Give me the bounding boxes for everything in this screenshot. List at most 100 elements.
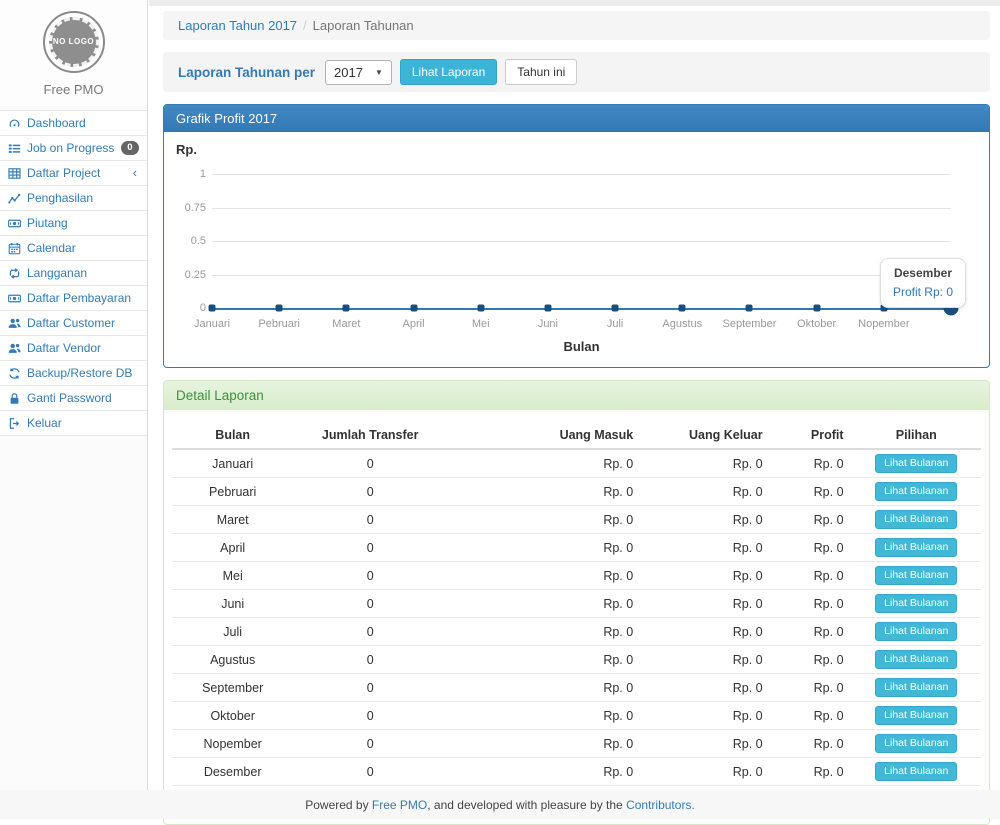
view-monthly-button-januari[interactable]: Lihat Bulanan: [875, 454, 957, 473]
sidebar-item-job-on-progress[interactable]: Job on Progress0: [0, 136, 147, 161]
x-tick-label: Maret: [332, 318, 360, 330]
x-tick-label: Nopember: [858, 318, 909, 330]
cell-uang_keluar: Rp. 0: [641, 478, 770, 506]
cell-action: Lihat Bulanan: [852, 534, 981, 562]
y-axis-label: Rp.: [176, 142, 197, 157]
cell-uang_masuk: Rp. 0: [447, 674, 641, 702]
footer-link-free-pmo[interactable]: Free PMO: [372, 798, 427, 812]
view-monthly-button-pebruari[interactable]: Lihat Bulanan: [875, 482, 957, 501]
sidebar-item-daftar-project[interactable]: Daftar Project‹: [0, 161, 147, 186]
view-report-button[interactable]: Lihat Laporan: [400, 59, 497, 85]
data-point-mei[interactable]: [477, 305, 484, 312]
view-monthly-button-oktober[interactable]: Lihat Bulanan: [875, 706, 957, 725]
data-point-oktober[interactable]: [813, 305, 820, 312]
cell-uang_keluar: Rp. 0: [641, 562, 770, 590]
y-tick-label: 0.5: [164, 235, 206, 247]
sidebar-item-langganan[interactable]: Langganan: [0, 261, 147, 286]
sidebar-item-daftar-customer[interactable]: Daftar Customer: [0, 311, 147, 336]
x-tick-label: Pebruari: [258, 318, 300, 330]
table-row: Juli0Rp. 0Rp. 0Rp. 0Lihat Bulanan: [172, 618, 981, 646]
sidebar-item-daftar-pembayaran[interactable]: Daftar Pembayaran: [0, 286, 147, 311]
y-tick-label: 0: [164, 302, 206, 314]
sidebar-item-label: Langganan: [27, 266, 87, 280]
grid-line: [212, 241, 951, 242]
view-monthly-button-april[interactable]: Lihat Bulanan: [875, 538, 957, 557]
cell-bulan: Mei: [172, 562, 293, 590]
view-monthly-button-september[interactable]: Lihat Bulanan: [875, 678, 957, 697]
sidebar-item-label: Calendar: [27, 241, 76, 255]
cell-jumlah_transfer: 0: [293, 478, 447, 506]
sidebar-menu: DashboardJob on Progress0Daftar Project‹…: [0, 110, 147, 436]
users-icon: [8, 342, 21, 355]
view-monthly-button-desember[interactable]: Lihat Bulanan: [875, 762, 957, 781]
table-row: Oktober0Rp. 0Rp. 0Rp. 0Lihat Bulanan: [172, 702, 981, 730]
cell-uang_keluar: Rp. 0: [641, 646, 770, 674]
sidebar-item-keluar[interactable]: Keluar: [0, 411, 147, 436]
data-point-april[interactable]: [410, 305, 417, 312]
sidebar-item-label: Daftar Pembayaran: [27, 291, 131, 305]
cell-uang_keluar: Rp. 0: [641, 730, 770, 758]
detail-report-panel: Detail Laporan BulanJumlah TransferUang …: [163, 380, 990, 825]
cell-uang_masuk: Rp. 0: [447, 730, 641, 758]
breadcrumb-separator: /: [303, 18, 307, 33]
data-point-januari[interactable]: [209, 305, 216, 312]
cell-action: Lihat Bulanan: [852, 562, 981, 590]
column-header: Uang Masuk: [447, 422, 641, 449]
cell-jumlah_transfer: 0: [293, 758, 447, 786]
footer-link-contributors[interactable]: Contributors.: [626, 798, 695, 812]
data-point-juli[interactable]: [612, 305, 619, 312]
cell-jumlah_transfer: 0: [293, 562, 447, 590]
sidebar-item-label: Penghasilan: [27, 191, 93, 205]
table-row: Desember0Rp. 0Rp. 0Rp. 0Lihat Bulanan: [172, 758, 981, 786]
chart-data-line: [212, 308, 951, 310]
sidebar-item-penghasilan[interactable]: Penghasilan: [0, 186, 147, 211]
chevron-left-icon: ‹: [133, 168, 139, 178]
data-point-juni[interactable]: [544, 305, 551, 312]
sidebar-item-daftar-vendor[interactable]: Daftar Vendor: [0, 336, 147, 361]
brand-name: Free PMO: [0, 82, 147, 97]
dashboard-icon: [8, 117, 21, 130]
logo-label: NO LOGO: [53, 37, 94, 47]
year-select[interactable]: 2017 ▼: [325, 60, 392, 85]
grid-line: [212, 174, 951, 175]
grid-line: [212, 275, 951, 276]
chart-panel-title: Grafik Profit 2017: [164, 105, 989, 132]
sidebar-item-label: Daftar Customer: [27, 316, 115, 330]
app-logo: NO LOGO: [43, 11, 105, 73]
table-row: Agustus0Rp. 0Rp. 0Rp. 0Lihat Bulanan: [172, 646, 981, 674]
view-monthly-button-juni[interactable]: Lihat Bulanan: [875, 594, 957, 613]
column-header: Jumlah Transfer: [293, 422, 447, 449]
sidebar-item-ganti-password[interactable]: Ganti Password: [0, 386, 147, 411]
data-point-pebruari[interactable]: [276, 305, 283, 312]
view-monthly-button-mei[interactable]: Lihat Bulanan: [875, 566, 957, 585]
view-monthly-button-agustus[interactable]: Lihat Bulanan: [875, 650, 957, 669]
cell-bulan: Desember: [172, 758, 293, 786]
sidebar-item-backup-restore-db[interactable]: Backup/Restore DB: [0, 361, 147, 386]
cell-profit: Rp. 0: [771, 534, 852, 562]
profit-line-chart: Rp. 10.750.50.250 JanuariPebruariMaretAp…: [164, 132, 989, 367]
y-tick-label: 1: [164, 168, 206, 180]
sidebar-item-dashboard[interactable]: Dashboard: [0, 111, 147, 136]
view-monthly-button-maret[interactable]: Lihat Bulanan: [875, 510, 957, 529]
x-tick-label: April: [403, 318, 425, 330]
sidebar-item-calendar[interactable]: Calendar: [0, 236, 147, 261]
main-content: Laporan Tahun 2017/Laporan Tahunan Lapor…: [149, 0, 1000, 825]
this-year-button[interactable]: Tahun ini: [505, 59, 577, 85]
data-point-agustus[interactable]: [679, 305, 686, 312]
detail-panel-title: Detail Laporan: [164, 381, 989, 410]
table-row: September0Rp. 0Rp. 0Rp. 0Lihat Bulanan: [172, 674, 981, 702]
sidebar-item-piutang[interactable]: Piutang: [0, 211, 147, 236]
cell-uang_masuk: Rp. 0: [447, 449, 641, 478]
cell-profit: Rp. 0: [771, 730, 852, 758]
view-monthly-button-juli[interactable]: Lihat Bulanan: [875, 622, 957, 641]
data-point-september[interactable]: [746, 305, 753, 312]
view-monthly-button-nopember[interactable]: Lihat Bulanan: [875, 734, 957, 753]
x-tick-label: Oktober: [797, 318, 836, 330]
breadcrumb-link-laporan-tahun[interactable]: Laporan Tahun 2017: [178, 18, 297, 33]
cell-profit: Rp. 0: [771, 506, 852, 534]
cell-uang_masuk: Rp. 0: [447, 506, 641, 534]
y-tick-label: 0.75: [164, 202, 206, 214]
data-point-maret[interactable]: [343, 305, 350, 312]
cell-bulan: Oktober: [172, 702, 293, 730]
report-table: BulanJumlah TransferUang MasukUang Kelua…: [172, 422, 981, 810]
